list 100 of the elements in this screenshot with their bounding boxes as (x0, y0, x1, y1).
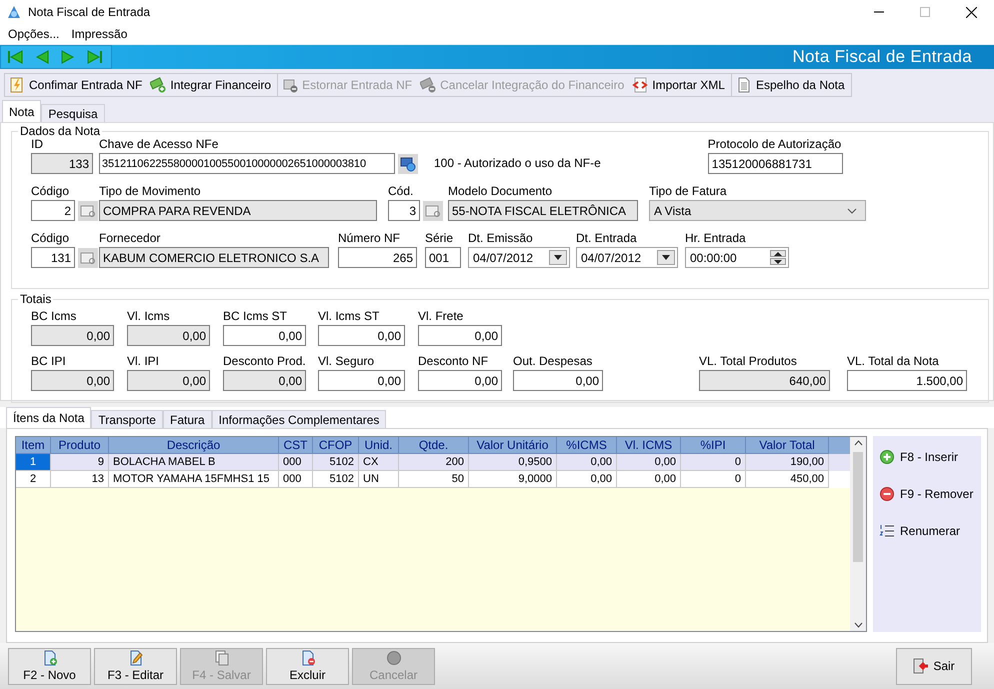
field-label: Tipo de Movimento (99, 185, 202, 200)
input-field[interactable]: 0,00 (31, 370, 114, 392)
pencil-document-icon (128, 650, 144, 666)
table-row[interactable]: 2 13 MOTOR YAMAHA 15FMHS1 15 000 5102 UN 50 9,0000 0,00 0,00 0 450,00 (16, 471, 850, 488)
action-button[interactable]: Renumerar (873, 520, 981, 542)
input-field[interactable]: 001 (425, 247, 461, 268)
dropdown[interactable]: A Vista (649, 200, 866, 222)
field-label: Protocolo de Autorização (708, 138, 842, 154)
input-field[interactable]: 2 (31, 200, 75, 222)
input-field[interactable]: 1.500,00 (847, 370, 967, 392)
toolbar-button[interactable]: Confimar Entrada NF (5, 74, 146, 96)
input-field[interactable]: 135120006881731 (708, 153, 843, 174)
plus-circle-icon (879, 449, 895, 466)
exit-button[interactable]: Sair (896, 648, 972, 685)
table-cell: 0 (681, 471, 746, 488)
footer-button[interactable]: F3 - Editar (94, 648, 177, 685)
field-label: ID (31, 138, 44, 154)
table-row[interactable]: 1 9 BOLACHA MABEL B 000 5102 CX 200 0,9500 0,00 0,00 0 190,00 (16, 454, 850, 472)
footer-button[interactable]: Excluir (266, 648, 349, 685)
field-label: Chave de Acesso NFe (99, 138, 220, 154)
action-button[interactable]: F8 - Inserir (873, 446, 981, 468)
minus-circle-icon (879, 486, 895, 502)
input-field[interactable]: 0,00 (418, 370, 502, 392)
input-field[interactable]: 0,00 (418, 325, 502, 346)
field-label: VL. Total Produtos (699, 355, 798, 370)
tab[interactable]: Fatura (162, 410, 212, 428)
toolbar-button[interactable]: Importar XML (628, 74, 729, 96)
circle-icon (386, 650, 402, 666)
caret-down-icon[interactable] (554, 255, 562, 260)
footer-button[interactable]: F2 - Novo (8, 648, 91, 685)
document-minus-icon (282, 76, 298, 93)
group-title: Dados da Nota (18, 124, 102, 138)
lookup-button[interactable] (423, 200, 443, 221)
folder-search-icon (425, 204, 441, 218)
field-label: Modelo Documento (448, 185, 554, 200)
menu-item[interactable]: Impressão (65, 26, 134, 41)
input-field[interactable]: 0,00 (318, 370, 405, 392)
date-picker[interactable]: 04/07/2012 (468, 247, 570, 268)
input-field[interactable]: 0,00 (513, 370, 603, 392)
code-document-icon (632, 76, 648, 93)
numbered-list-icon (879, 523, 895, 540)
input-field[interactable]: 265 (338, 247, 417, 268)
time-field[interactable]: 00:00:00 (685, 247, 789, 268)
document-minus-icon (300, 650, 316, 666)
input-field[interactable]: 640,00 (699, 370, 830, 392)
action-button[interactable]: F9 - Remover (873, 483, 981, 506)
monitor-globe-icon (400, 156, 416, 172)
table-cell: MOTOR YAMAHA 15FMHS1 15 (109, 471, 279, 488)
tab[interactable]: Ítens da Nota (6, 407, 92, 428)
field-label: Dt. Entrada (576, 232, 638, 248)
caret-down-icon[interactable] (662, 255, 670, 260)
scrollbar-thumb[interactable] (853, 452, 863, 562)
date-picker[interactable]: 04/07/2012 (576, 247, 678, 268)
caret-down-icon[interactable] (774, 260, 782, 264)
next-record-icon[interactable] (61, 50, 75, 64)
input-field[interactable]: 0,00 (31, 325, 114, 346)
input-field[interactable]: 0,00 (318, 325, 405, 346)
scroll-down-icon[interactable] (854, 622, 862, 628)
scroll-up-icon[interactable] (854, 440, 862, 446)
tab[interactable]: Pesquisa (41, 104, 105, 122)
field-label: BC Icms ST (223, 310, 288, 326)
table-cell: 2 (16, 471, 51, 488)
lookup-button[interactable] (78, 248, 98, 268)
query-button[interactable] (398, 154, 418, 174)
group-title: Totais (18, 292, 54, 306)
menu-item[interactable]: Opções... (2, 26, 66, 41)
field-label: Desconto NF (418, 355, 490, 370)
field-label: Código (31, 232, 70, 248)
input-field[interactable]: 0,00 (223, 370, 306, 392)
table-cell: 5102 (313, 471, 359, 488)
field-label: BC Icms (31, 310, 78, 326)
exit-door-icon (913, 658, 930, 674)
app-icon (6, 4, 22, 20)
input-field[interactable]: KABUM COMERCIO ELETRONICO S.A (99, 247, 329, 268)
maximize-icon (920, 7, 930, 17)
first-record-icon[interactable] (7, 50, 23, 64)
close-icon (966, 6, 976, 18)
input-field[interactable]: 133 (31, 153, 93, 174)
input-field[interactable]: COMPRA PARA REVENDA (99, 200, 377, 222)
input-field[interactable]: 0,00 (127, 325, 210, 346)
toolbar-button[interactable]: Integrar Financeiro (146, 74, 276, 96)
input-field[interactable]: 0,00 (223, 325, 306, 346)
input-field[interactable]: 55-NOTA FISCAL ELETRÔNICA (448, 200, 638, 222)
input-field[interactable]: 131 (31, 247, 75, 268)
money-plus-icon (150, 76, 166, 93)
tab[interactable]: Transporte (91, 410, 163, 428)
input-field[interactable]: 3 (388, 200, 420, 222)
money-minus-icon (420, 76, 436, 93)
input-field[interactable]: 35121106225580000100550010000002651000003810 (99, 153, 395, 174)
caret-up-icon[interactable] (774, 252, 782, 256)
previous-record-icon[interactable] (35, 50, 49, 64)
lightning-document-icon (9, 76, 25, 93)
field-label: Vl. Icms (127, 310, 171, 326)
folder-search-icon (80, 250, 96, 265)
tab[interactable]: Informações Complementares (212, 410, 386, 428)
last-record-icon[interactable] (87, 50, 103, 64)
field-label: Hr. Entrada (685, 232, 747, 248)
tab[interactable]: Nota (2, 100, 42, 122)
lookup-button[interactable] (78, 200, 98, 221)
input-field[interactable]: 0,00 (127, 370, 210, 392)
